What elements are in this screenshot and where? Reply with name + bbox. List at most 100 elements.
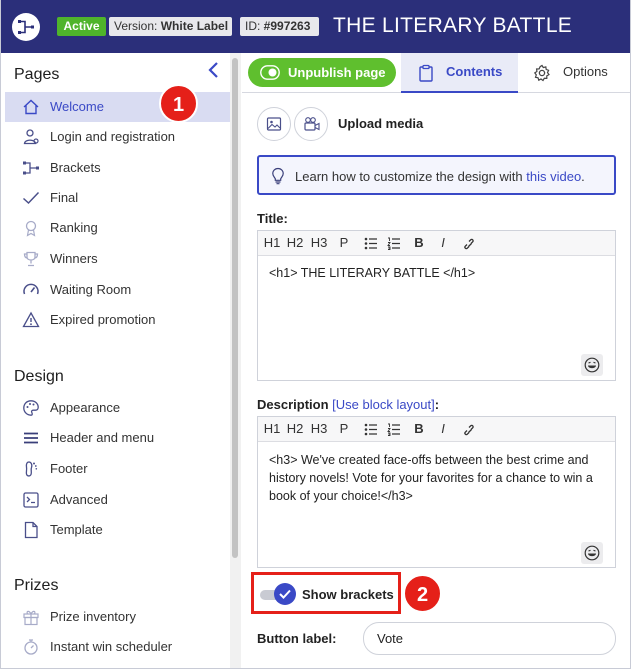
version-prefix: Version: <box>114 19 161 33</box>
top-header-bar: Active Version: White Label ID: #997263 … <box>1 0 630 53</box>
step-marker-1: 1 <box>159 84 198 123</box>
sidebar-item-template[interactable]: Template <box>5 515 230 545</box>
unpublish-button[interactable]: Unpublish page <box>248 58 396 87</box>
bullet-list-button[interactable] <box>364 235 378 252</box>
id-value: #997263 <box>263 19 311 33</box>
title-field-label: Title: <box>257 211 288 226</box>
button-label-input[interactable] <box>363 622 616 655</box>
description-colon: : <box>434 397 440 412</box>
sidebar-item-advanced[interactable]: Advanced <box>5 485 230 515</box>
video-link[interactable]: this video <box>526 169 581 184</box>
sidebar-item-final[interactable]: Final <box>5 183 230 213</box>
warning-icon <box>22 311 40 328</box>
emoji-icon <box>584 545 600 561</box>
sidebar-item-label: Instant win scheduler <box>50 639 173 654</box>
sidebar-item-label: Winners <box>50 251 98 266</box>
app-logo[interactable] <box>12 13 40 41</box>
sidebar-item-instant-win-scheduler[interactable]: Instant win scheduler <box>5 632 230 662</box>
chevron-left-icon[interactable] <box>207 61 221 79</box>
emoji-button[interactable] <box>581 354 603 376</box>
description-field-label: Description [Use block layout]: <box>257 397 439 412</box>
sidebar-item-label: Footer <box>50 461 88 476</box>
bullet-list-button[interactable] <box>364 421 378 438</box>
description-editor[interactable]: H1 H2 H3 P B I <h3> We've created face-o… <box>257 416 616 568</box>
emoji-button[interactable] <box>581 542 603 564</box>
button-label-caption: Button label: <box>257 631 337 646</box>
sidebar-item-label: Expired promotion <box>50 312 156 327</box>
bold-button[interactable]: B <box>414 421 424 438</box>
paragraph-button[interactable]: P <box>338 421 350 438</box>
link-button[interactable] <box>462 235 478 252</box>
lightbulb-icon <box>272 167 284 185</box>
medal-icon <box>25 220 37 237</box>
link-icon <box>464 238 474 250</box>
sidebar-item-ranking[interactable]: Ranking <box>5 213 230 243</box>
info-text: Learn how to customize the design with t… <box>295 169 585 184</box>
sidebar-section-design: Design <box>14 368 64 385</box>
sidebar-item-label: Welcome <box>50 99 104 114</box>
gear-icon <box>533 64 550 82</box>
h3-button[interactable]: H3 <box>309 235 329 252</box>
sidebar-item-expired-promotion[interactable]: Expired promotion <box>5 305 230 335</box>
tab-contents[interactable]: Contents <box>401 53 518 93</box>
clipboard-icon <box>419 64 433 82</box>
info-message: Learn how to customize the design with <box>295 169 527 184</box>
h2-button[interactable]: H2 <box>285 235 305 252</box>
sidebar-item-login[interactable]: Login and registration <box>5 122 230 152</box>
sidebar-item-brackets[interactable]: Brackets <box>5 153 230 183</box>
emoji-icon <box>584 357 600 373</box>
id-prefix: ID: <box>245 19 264 33</box>
use-block-layout-link[interactable]: [Use block layout] <box>332 397 435 412</box>
footer-icon <box>25 461 38 477</box>
italic-button[interactable]: I <box>439 235 447 252</box>
title-editor[interactable]: H1 H2 H3 P B I <h1> THE LITERARY BATTLE … <box>257 230 616 381</box>
link-button[interactable] <box>462 421 478 438</box>
description-editor-content[interactable]: <h3> We've created face-offs between the… <box>269 451 604 505</box>
tab-label: Options <box>563 64 608 79</box>
gauge-icon <box>23 283 39 295</box>
sidebar-item-prize-inventory[interactable]: Prize inventory <box>5 602 230 632</box>
id-badge: ID: #997263 <box>240 17 319 36</box>
h3-button[interactable]: H3 <box>309 421 329 438</box>
upload-video-button[interactable] <box>294 107 328 141</box>
tab-label: Contents <box>446 64 503 79</box>
h1-button[interactable]: H1 <box>262 235 282 252</box>
show-brackets-toggle-knob[interactable] <box>274 583 296 605</box>
link-icon <box>464 424 474 436</box>
sidebar-item-label: Login and registration <box>50 129 176 144</box>
upload-image-button[interactable] <box>257 107 291 141</box>
show-brackets-label: Show brackets <box>302 587 394 602</box>
trophy-icon <box>23 251 39 267</box>
paragraph-button[interactable]: P <box>338 235 350 252</box>
sidebar-item-label: Advanced <box>50 492 108 507</box>
numbered-list-icon <box>387 423 400 436</box>
sidebar-item-winners[interactable]: Winners <box>5 244 230 274</box>
numbered-list-button[interactable] <box>387 421 401 438</box>
tab-options[interactable]: Options <box>518 53 630 93</box>
sidebar-item-label: Waiting Room <box>50 282 132 297</box>
sidebar-scrollbar-thumb[interactable] <box>232 58 238 558</box>
sidebar-item-label: Header and menu <box>50 430 155 445</box>
title-editor-toolbar: H1 H2 H3 P B I <box>258 231 615 256</box>
info-suffix: . <box>581 169 585 184</box>
sidebar-item-footer[interactable]: Footer <box>5 454 230 484</box>
sidebar-item-waiting-room[interactable]: Waiting Room <box>5 275 230 305</box>
h2-button[interactable]: H2 <box>285 421 305 438</box>
gift-icon <box>23 610 39 626</box>
h1-button[interactable]: H1 <box>262 421 282 438</box>
file-icon <box>24 521 38 539</box>
status-badge: Active <box>57 17 106 36</box>
title-editor-content[interactable]: <h1> THE LITERARY BATTLE </h1> <box>269 264 604 282</box>
toggle-on-icon <box>260 65 280 80</box>
video-camera-icon <box>304 117 320 131</box>
sidebar-item-header-menu[interactable]: Header and menu <box>5 423 230 453</box>
sidebar-item-appearance[interactable]: Appearance <box>5 393 230 423</box>
bold-button[interactable]: B <box>414 235 424 252</box>
italic-button[interactable]: I <box>439 421 447 438</box>
brackets-icon <box>23 161 39 175</box>
sidebar-item-label: Brackets <box>50 160 101 175</box>
sidebar-item-label: Ranking <box>50 220 98 235</box>
bracket-logo-icon <box>18 20 34 34</box>
sidebar: Pages Welcome Login and registration Bra… <box>5 53 230 668</box>
numbered-list-button[interactable] <box>387 235 401 252</box>
